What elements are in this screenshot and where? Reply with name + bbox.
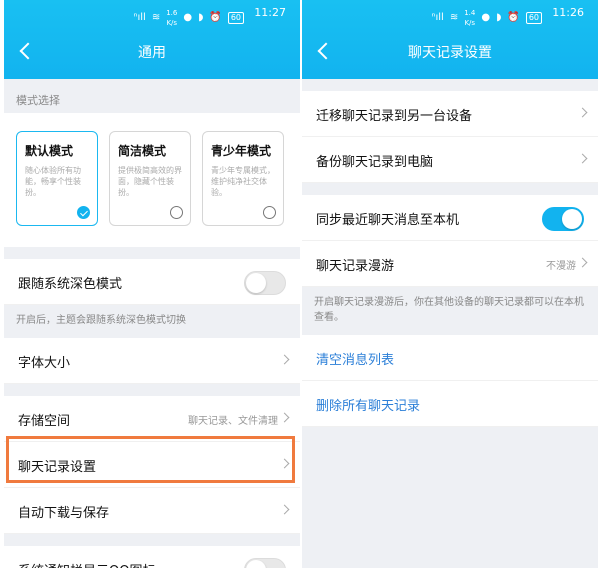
page-title: 聊天记录设置 (408, 45, 492, 61)
mode-selector: 默认模式 随心体验所有功能，畅享个性装扮。 简洁模式 提供极简高效的界面，隐藏个… (4, 113, 300, 247)
migrate-label: 迁移聊天记录到另一台设备 (316, 109, 473, 124)
font-size-label: 字体大小 (18, 356, 71, 371)
mode-section-caption: 模式选择 (16, 94, 60, 107)
mode-card-simple[interactable]: 简洁模式 提供极简高效的界面，隐藏个性装扮。 (109, 131, 191, 226)
mode-description: 提供极简高效的界面，隐藏个性装扮。 (118, 166, 182, 197)
sync-toggle[interactable] (542, 207, 584, 231)
radio-icon[interactable] (263, 206, 276, 219)
top-bar: ⁿıll ≋ 1.6 K/s ● ◗ ⏰ 60 11:27 通用 (4, 0, 300, 79)
battery-level: 60 (227, 12, 244, 24)
clear-list-label[interactable]: 清空消息列表 (316, 349, 394, 368)
auto-download-row[interactable]: 自动下载与保存 (4, 488, 300, 534)
signal-icon: ⁿıll (431, 12, 444, 23)
status-bar: ⁿıll ≋ 1.4 K/s ● ◗ ⏰ 60 11:26 (302, 0, 598, 27)
notify-icon-toggle[interactable] (244, 558, 286, 568)
clear-list-row[interactable]: 清空消息列表 (302, 335, 598, 381)
notification-icon: ◗ (496, 12, 502, 23)
font-size-row[interactable]: 字体大小 (4, 338, 300, 384)
chevron-right-icon (279, 354, 290, 365)
chat-history-settings-screen: ⁿıll ≋ 1.4 K/s ● ◗ ⏰ 60 11:26 聊天记录设置 迁移聊… (302, 0, 598, 568)
mode-title: 青少年模式 (211, 144, 272, 158)
chat-icon: ● (481, 12, 491, 23)
dark-mode-note: 开启后，主题会跟随系统深色模式切换 (4, 305, 300, 338)
general-settings-screen: ⁿıll ≋ 1.6 K/s ● ◗ ⏰ 60 11:27 通用 模式选择 默认… (4, 0, 300, 568)
mode-card-default[interactable]: 默认模式 随心体验所有功能，畅享个性装扮。 (16, 131, 98, 226)
notification-icon: ◗ (198, 12, 204, 23)
sync-label: 同步最近聊天消息至本机 (316, 213, 460, 228)
roaming-row[interactable]: 聊天记录漫游 不漫游 (302, 241, 598, 287)
notify-icon-label: 系统通知栏显示QQ图标 (18, 560, 155, 568)
dark-mode-row[interactable]: 跟随系统深色模式 (4, 259, 300, 305)
storage-label: 存储空间 (18, 414, 71, 429)
chevron-right-icon (279, 412, 290, 423)
auto-download-label: 自动下载与保存 (18, 506, 110, 521)
backup-row[interactable]: 备份聊天记录到电脑 (302, 137, 598, 183)
chevron-right-icon (577, 107, 588, 118)
status-time: 11:26 (552, 6, 584, 19)
delete-all-label[interactable]: 删除所有聊天记录 (316, 395, 420, 414)
signal-icon: ⁿıll (133, 12, 146, 23)
chevron-right-icon (577, 257, 588, 268)
backup-label: 备份聊天记录到电脑 (316, 155, 434, 170)
radio-icon[interactable] (170, 206, 183, 219)
mode-title: 简洁模式 (118, 144, 167, 158)
roaming-value: 不漫游 (546, 261, 576, 272)
wifi-icon: ≋ (449, 12, 459, 23)
checked-radio-icon[interactable] (77, 206, 90, 219)
mode-title: 默认模式 (25, 144, 74, 158)
top-bar: ⁿıll ≋ 1.4 K/s ● ◗ ⏰ 60 11:26 聊天记录设置 (302, 0, 598, 79)
page-title: 通用 (138, 45, 166, 61)
storage-value: 聊天记录、文件清理 (188, 416, 278, 427)
network-speed: 1.4 K/s (464, 9, 476, 27)
dark-mode-label: 跟随系统深色模式 (18, 277, 123, 292)
alarm-icon: ⏰ (507, 12, 520, 23)
chat-settings-label: 聊天记录设置 (18, 460, 97, 475)
chat-icon: ● (183, 12, 193, 23)
storage-row[interactable]: 存储空间 聊天记录、文件清理 (4, 396, 300, 442)
wifi-icon: ≋ (151, 12, 161, 23)
roaming-label: 聊天记录漫游 (316, 259, 395, 274)
chevron-right-icon (577, 153, 588, 164)
alarm-icon: ⏰ (209, 12, 222, 23)
mode-card-teen[interactable]: 青少年模式 青少年专属模式，维护纯净社交体验。 (202, 131, 284, 226)
chevron-right-icon (279, 458, 290, 469)
mode-description: 随心体验所有功能，畅享个性装扮。 (25, 166, 81, 197)
battery-level: 60 (525, 12, 542, 24)
network-speed: 1.6 K/s (166, 9, 178, 27)
mode-description: 青少年专属模式，维护纯净社交体验。 (211, 166, 275, 197)
chevron-right-icon (279, 504, 290, 515)
delete-all-row[interactable]: 删除所有聊天记录 (302, 381, 598, 427)
status-time: 11:27 (254, 6, 286, 19)
dark-mode-toggle[interactable] (244, 271, 286, 295)
roaming-note: 开启聊天记录漫游后，你在其他设备的聊天记录都可以在本机查看。 (302, 287, 598, 335)
sync-row[interactable]: 同步最近聊天消息至本机 (302, 195, 598, 241)
notify-icon-row[interactable]: 系统通知栏显示QQ图标 (4, 546, 300, 568)
chat-settings-row[interactable]: 聊天记录设置 (4, 442, 300, 488)
migrate-row[interactable]: 迁移聊天记录到另一台设备 (302, 91, 598, 137)
status-bar: ⁿıll ≋ 1.6 K/s ● ◗ ⏰ 60 11:27 (4, 0, 300, 27)
